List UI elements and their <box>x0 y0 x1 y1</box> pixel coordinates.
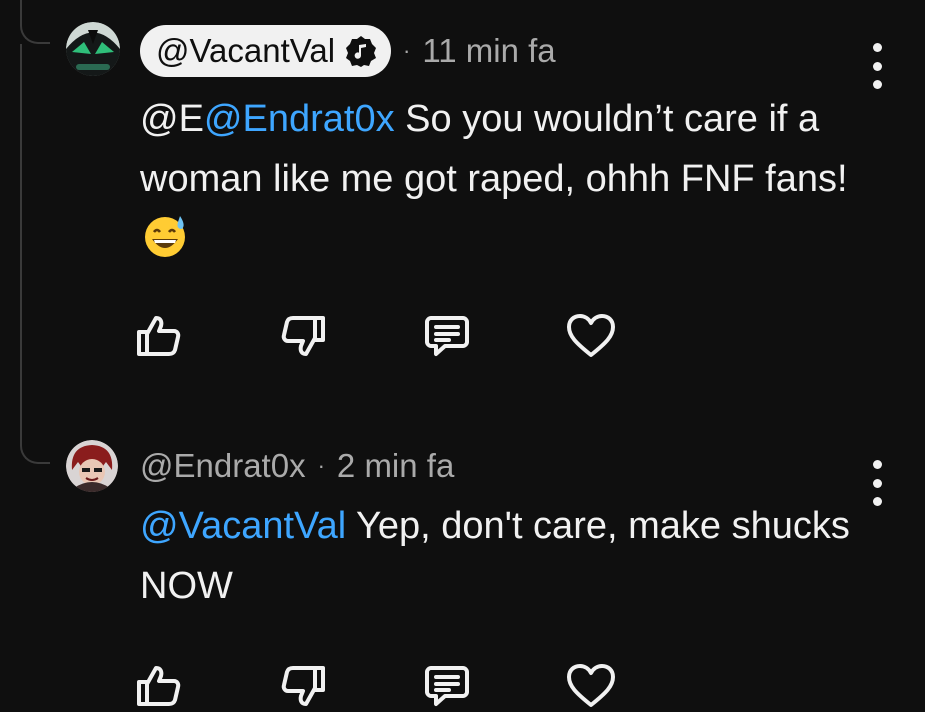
separator-dot: · <box>317 453 325 478</box>
separator-dot: · <box>403 38 411 63</box>
comment-actions <box>133 310 709 362</box>
comment-text: @E@Endrat0x So you wouldn’t care if a wo… <box>140 89 860 269</box>
heart-icon[interactable] <box>565 660 617 712</box>
dislike-icon[interactable] <box>277 310 329 362</box>
comment-time: 11 min fa <box>422 32 556 69</box>
thread-connector <box>20 442 50 464</box>
avatar[interactable] <box>66 440 118 492</box>
comment-header: @Endrat0x · 2 min fa <box>140 440 925 492</box>
reply-icon[interactable] <box>421 660 473 712</box>
heart-icon[interactable] <box>565 310 617 362</box>
channel-handle-chip[interactable]: @VacantVal <box>140 25 392 77</box>
avatar[interactable] <box>66 22 120 76</box>
thread-connector <box>20 22 50 44</box>
comment-time: 2 min fa <box>336 447 455 484</box>
channel-handle[interactable]: @Endrat0x <box>140 447 306 485</box>
dislike-icon[interactable] <box>277 660 329 712</box>
more-options-icon[interactable] <box>865 43 889 89</box>
like-icon[interactable] <box>133 310 185 362</box>
comment-actions <box>133 660 709 712</box>
comment: @Endrat0x · 2 min fa @VacantVal Yep, don… <box>140 440 925 616</box>
thread-line <box>20 0 22 22</box>
like-icon[interactable] <box>133 660 185 712</box>
mention-link[interactable]: @VacantVal <box>140 505 346 547</box>
grinning-face-with-sweat-icon <box>142 213 188 259</box>
text-prefix: @E <box>140 98 204 140</box>
comment: @VacantVal · 11 min fa @E@Endrat0x So yo… <box>140 25 925 269</box>
comment-header: @VacantVal · 11 min fa <box>140 25 925 77</box>
mention-link[interactable]: @Endrat0x <box>204 98 395 140</box>
more-options-icon[interactable] <box>865 460 889 506</box>
music-note-badge-icon <box>345 35 377 67</box>
comment-text: @VacantVal Yep, don't care, make shucks … <box>140 496 860 616</box>
reply-icon[interactable] <box>421 310 473 362</box>
thread-line <box>20 44 22 442</box>
channel-handle: @VacantVal <box>156 32 336 69</box>
